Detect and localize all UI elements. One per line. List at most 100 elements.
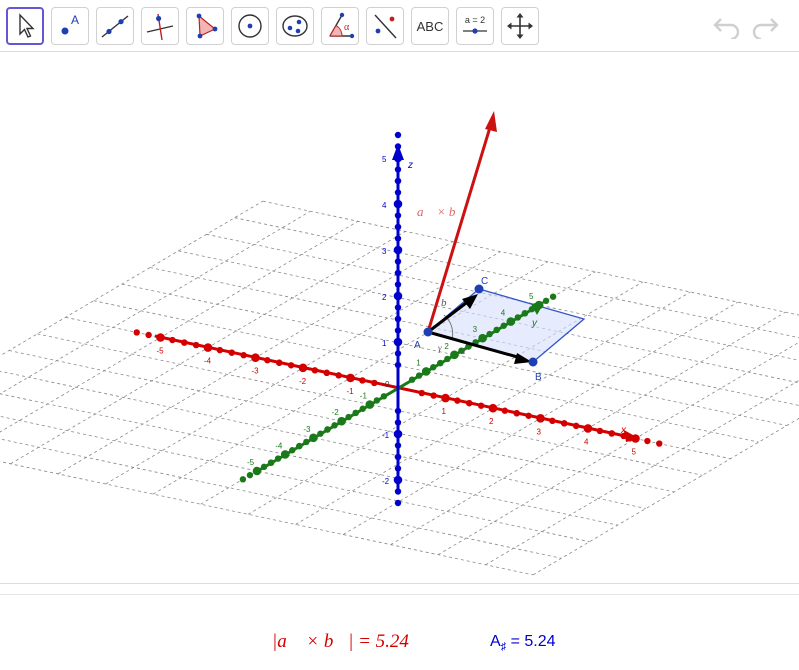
axis-tick [415, 372, 423, 379]
axis-tick [274, 455, 282, 462]
axis-tick [394, 212, 402, 219]
line-through-points-icon [101, 15, 129, 38]
axis-tick [631, 434, 640, 443]
axis-tick [394, 327, 402, 334]
graphics-view-3d[interactable]: -5 -4 -3 -2 -1 1 2 3 4 5 -5 -4 -3 -2 -1 1 2 3 4 5 -2 -1 1 2 3 4 5 … [0, 52, 799, 583]
axis-tick [437, 359, 444, 367]
slider-tool-label: a = 2 [465, 15, 485, 25]
grid-line [485, 379, 799, 566]
move-tool-button[interactable] [6, 7, 44, 45]
area-name: A [490, 633, 501, 650]
tick-label: 5 [632, 448, 637, 457]
axis-tick [239, 476, 247, 483]
point-tool-button[interactable]: A [51, 7, 89, 45]
point-C-label: C [481, 276, 488, 287]
axis-tick [394, 189, 402, 196]
axis-tick [298, 363, 308, 373]
axis-tick [359, 377, 366, 384]
axis-tick [260, 463, 268, 471]
axis-tick [525, 412, 532, 419]
grid-line [0, 415, 590, 543]
axis-tick [252, 466, 262, 476]
axis-tick [394, 465, 402, 472]
grid-line [0, 200, 264, 357]
point-B-label: B [535, 372, 542, 383]
axis-tick [192, 341, 200, 349]
angle-label: γ [438, 343, 442, 353]
polygon-icon [196, 13, 218, 39]
text-icon: ABC [416, 18, 444, 34]
grid-line [0, 210, 311, 395]
axis-tick [528, 305, 536, 313]
y-axis-name: y [531, 318, 538, 329]
axis-tick [309, 433, 318, 443]
axis-tick [346, 373, 355, 383]
tick-label: -4 [204, 357, 212, 366]
axis-tick [280, 450, 290, 459]
circle-tool-button[interactable] [231, 7, 269, 45]
tick-label: -1 [360, 392, 368, 401]
axis-tick [656, 440, 663, 447]
axis-tick [337, 416, 346, 426]
ellipse-tool-button[interactable] [276, 7, 314, 45]
angle-tool-button[interactable]: α [321, 7, 359, 45]
axis-tick [500, 322, 507, 329]
point-A[interactable] [423, 327, 433, 337]
algebra-view: |a⃗ × b⃗| = 5.24 A♯ = 5.24 [0, 583, 799, 670]
axis-tick [393, 245, 403, 255]
axis-tick [394, 258, 402, 265]
axis-tick [488, 403, 498, 413]
parallelogram-area-result[interactable]: A♯ = 5.24 [490, 633, 556, 653]
vector-a-label: a⃗ [460, 345, 474, 357]
axis-tick [394, 304, 402, 311]
point-B[interactable] [528, 357, 538, 367]
perpendicular-line-icon [146, 13, 174, 41]
axis-tick [394, 235, 402, 242]
axis-tick [303, 438, 310, 446]
move-view-tool-button[interactable] [501, 7, 539, 45]
grid-line [0, 220, 359, 433]
tick-label: 2 [444, 342, 449, 351]
perpendicular-tool-button[interactable] [141, 7, 179, 45]
x-axis-line [154, 334, 631, 439]
axis-tick [371, 379, 378, 387]
undo-button[interactable] [712, 13, 742, 39]
axis-tick [478, 333, 487, 343]
axis-tick [331, 422, 338, 429]
axis-tick [394, 442, 402, 449]
axis-tick [572, 422, 580, 430]
point-icon: A [61, 13, 79, 35]
axis-tick [394, 407, 402, 415]
axis-tick [394, 223, 402, 231]
grid-line [0, 438, 562, 559]
axis-tick [501, 407, 509, 414]
tick-label: 2 [382, 293, 387, 302]
cross-product-magnitude-result[interactable]: |a⃗ × b⃗| = 5.24 [272, 631, 409, 653]
axis-tick [394, 269, 402, 277]
tick-label: -2 [332, 408, 340, 417]
line-tool-button[interactable] [96, 7, 134, 45]
axis-tick [441, 393, 450, 403]
axis-tick [514, 314, 522, 321]
axis-tick [549, 293, 557, 300]
axis-tick [549, 417, 556, 425]
axis-tick [345, 413, 352, 421]
axis-tick [246, 471, 254, 479]
undo-icon [713, 18, 740, 39]
3d-scene[interactable]: -5-4-3-2-112345-5-4-3-2-112345-2-112345 … [0, 52, 799, 583]
text-tool-button[interactable]: ABC [411, 7, 449, 45]
axis-tick [596, 427, 604, 435]
tick-label: 1 [442, 407, 447, 416]
slider-tool-button[interactable]: a = 2 [456, 7, 494, 45]
axis-tick [561, 420, 568, 427]
reflect-tool-button[interactable] [366, 7, 404, 45]
axis-tick [394, 131, 402, 139]
tick-label: -2 [382, 477, 390, 486]
polygon-tool-button[interactable] [186, 7, 224, 45]
ellipse-icon [282, 15, 308, 37]
tick-label: -2 [299, 377, 307, 386]
circle-center-point-icon [238, 14, 262, 38]
redo-button[interactable] [750, 13, 780, 39]
toolbar: A α ABC a = 2 [0, 0, 799, 52]
axis-tick [394, 143, 402, 150]
